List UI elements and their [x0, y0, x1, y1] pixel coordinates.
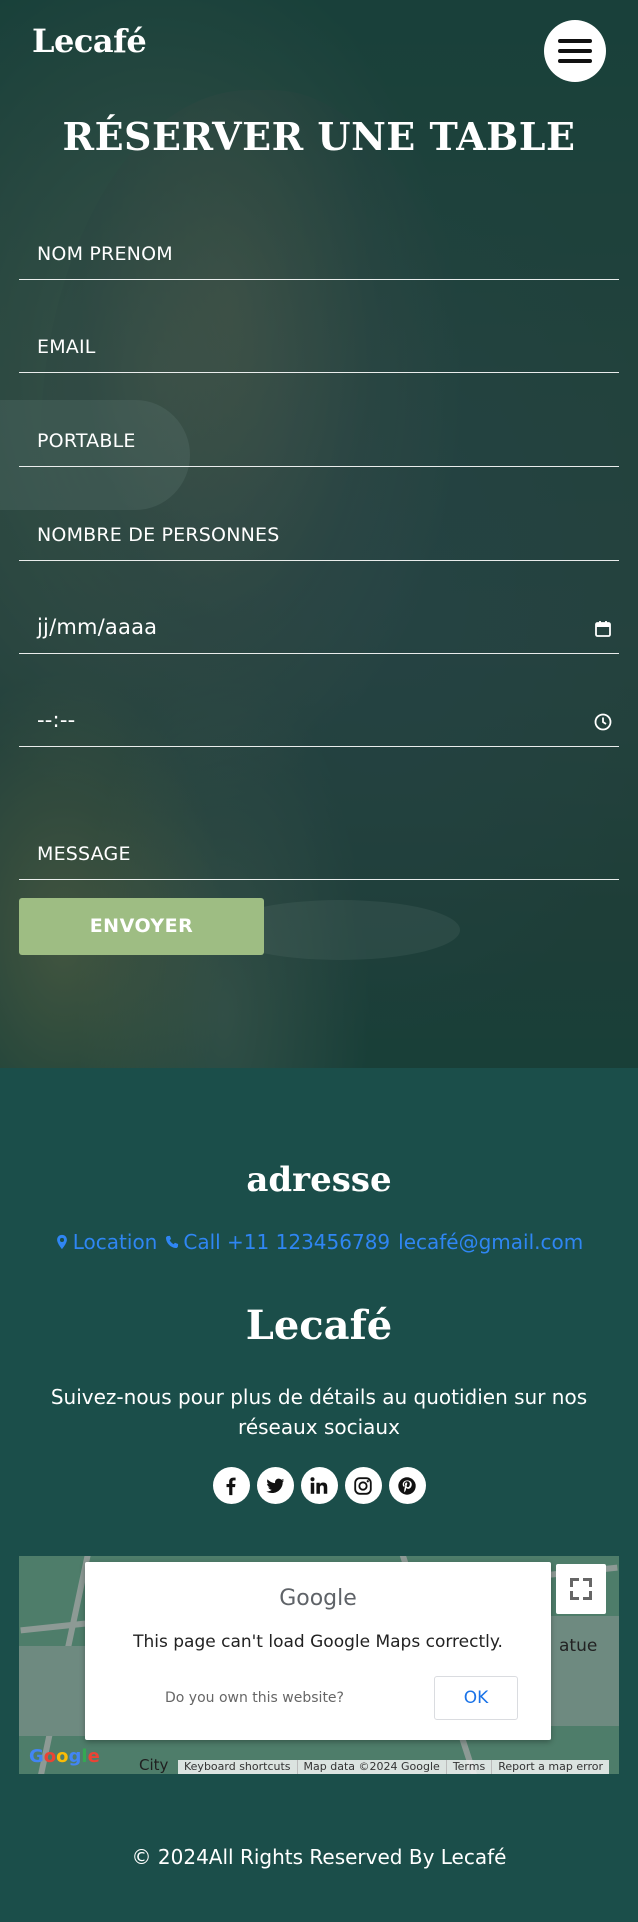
map-attribution-bar: Keyboard shortcuts Map data ©2024 Google…	[178, 1760, 609, 1774]
email-field[interactable]: EMAIL	[19, 323, 619, 373]
keyboard-shortcuts-link[interactable]: Keyboard shortcuts	[178, 1760, 297, 1774]
facebook-icon	[226, 1477, 236, 1495]
ok-button[interactable]: OK	[434, 1676, 518, 1720]
own-website-link[interactable]: Do you own this website?	[165, 1690, 344, 1706]
location-label: Location	[72, 1230, 158, 1254]
fullscreen-icon	[570, 1578, 579, 1587]
map-city-label: City	[139, 1756, 169, 1774]
send-button[interactable]: ENVOYER	[19, 898, 264, 955]
fullscreen-icon	[583, 1591, 592, 1600]
calendar-icon[interactable]	[593, 619, 613, 639]
map-data-label: Map data ©2024 Google	[296, 1760, 446, 1774]
address-title: adresse	[246, 1160, 392, 1200]
terms-link[interactable]: Terms	[445, 1760, 491, 1774]
message-field[interactable]: MESSAGE	[19, 810, 619, 880]
date-field-placeholder: jj/mm/aaaa	[37, 615, 158, 639]
phone-icon	[166, 1235, 179, 1249]
pinterest-link[interactable]	[388, 1467, 426, 1504]
name-field-placeholder: NOM PRENOM	[37, 243, 173, 265]
phone-field-placeholder: PORTABLE	[37, 430, 136, 452]
phone-field[interactable]: PORTABLE	[19, 417, 619, 467]
map-fullscreen-button[interactable]	[556, 1564, 606, 1614]
hamburger-menu-icon	[558, 59, 592, 63]
instagram-icon	[354, 1476, 372, 1495]
site-logo[interactable]: Lecafé	[32, 22, 147, 60]
map-block	[19, 1646, 89, 1736]
hamburger-menu-icon	[558, 39, 592, 43]
twitter-link[interactable]	[256, 1467, 294, 1504]
name-field[interactable]: NOM PRENOM	[19, 230, 619, 280]
linkedin-icon	[310, 1476, 328, 1494]
people-count-field[interactable]: NOMBRE DE PERSONNES	[19, 511, 619, 561]
booking-section: Lecafé RÉSERVER UNE TABLE NOM PRENOM EMA…	[0, 0, 638, 1068]
twitter-icon	[266, 1478, 285, 1493]
hamburger-menu-icon	[558, 49, 592, 53]
fullscreen-icon	[583, 1578, 592, 1587]
follow-text: Suivez-nous pour plus de détails au quot…	[50, 1385, 588, 1439]
fullscreen-icon	[570, 1591, 579, 1600]
email-label: lecafé@gmail.com	[398, 1230, 584, 1254]
map-error-message: This page can't load Google Maps correct…	[133, 1632, 503, 1652]
call-label: Call +11 123456789	[183, 1230, 391, 1254]
email-link[interactable]: lecafé@gmail.com	[398, 1230, 583, 1254]
location-link[interactable]: Location	[55, 1230, 158, 1254]
contact-links: Location Call +11 123456789 lecafé@gmail…	[0, 1230, 638, 1254]
map-place-label: atue	[559, 1636, 598, 1656]
map-marker-icon	[56, 1234, 67, 1250]
clock-icon[interactable]	[593, 712, 613, 732]
time-field[interactable]: --:--	[19, 697, 619, 747]
message-field-placeholder: MESSAGE	[37, 843, 131, 865]
embedded-map[interactable]: atue City Google Google This page can't …	[19, 1556, 619, 1774]
linkedin-link[interactable]	[300, 1467, 338, 1504]
pinterest-icon	[398, 1476, 416, 1495]
call-link[interactable]: Call +11 123456789	[165, 1230, 390, 1254]
email-field-placeholder: EMAIL	[37, 336, 96, 358]
footer-brand: Lecafé	[245, 1302, 393, 1349]
copyright-text: © 2024All Rights Reserved By Lecafé	[131, 1845, 507, 1869]
time-field-placeholder: --:--	[37, 708, 76, 732]
date-field[interactable]: jj/mm/aaaa	[19, 604, 619, 654]
google-wordmark: Google	[279, 1586, 357, 1611]
instagram-link[interactable]	[344, 1467, 382, 1504]
report-map-error-link[interactable]: Report a map error	[491, 1760, 609, 1774]
google-logo[interactable]: Google	[29, 1746, 100, 1767]
facebook-link[interactable]	[212, 1467, 250, 1504]
map-error-dialog: Google This page can't load Google Maps …	[85, 1562, 551, 1740]
social-links	[0, 1467, 638, 1504]
menu-button[interactable]	[544, 20, 606, 82]
page-title: RÉSERVER UNE TABLE	[62, 114, 576, 159]
people-count-placeholder: NOMBRE DE PERSONNES	[37, 524, 280, 546]
